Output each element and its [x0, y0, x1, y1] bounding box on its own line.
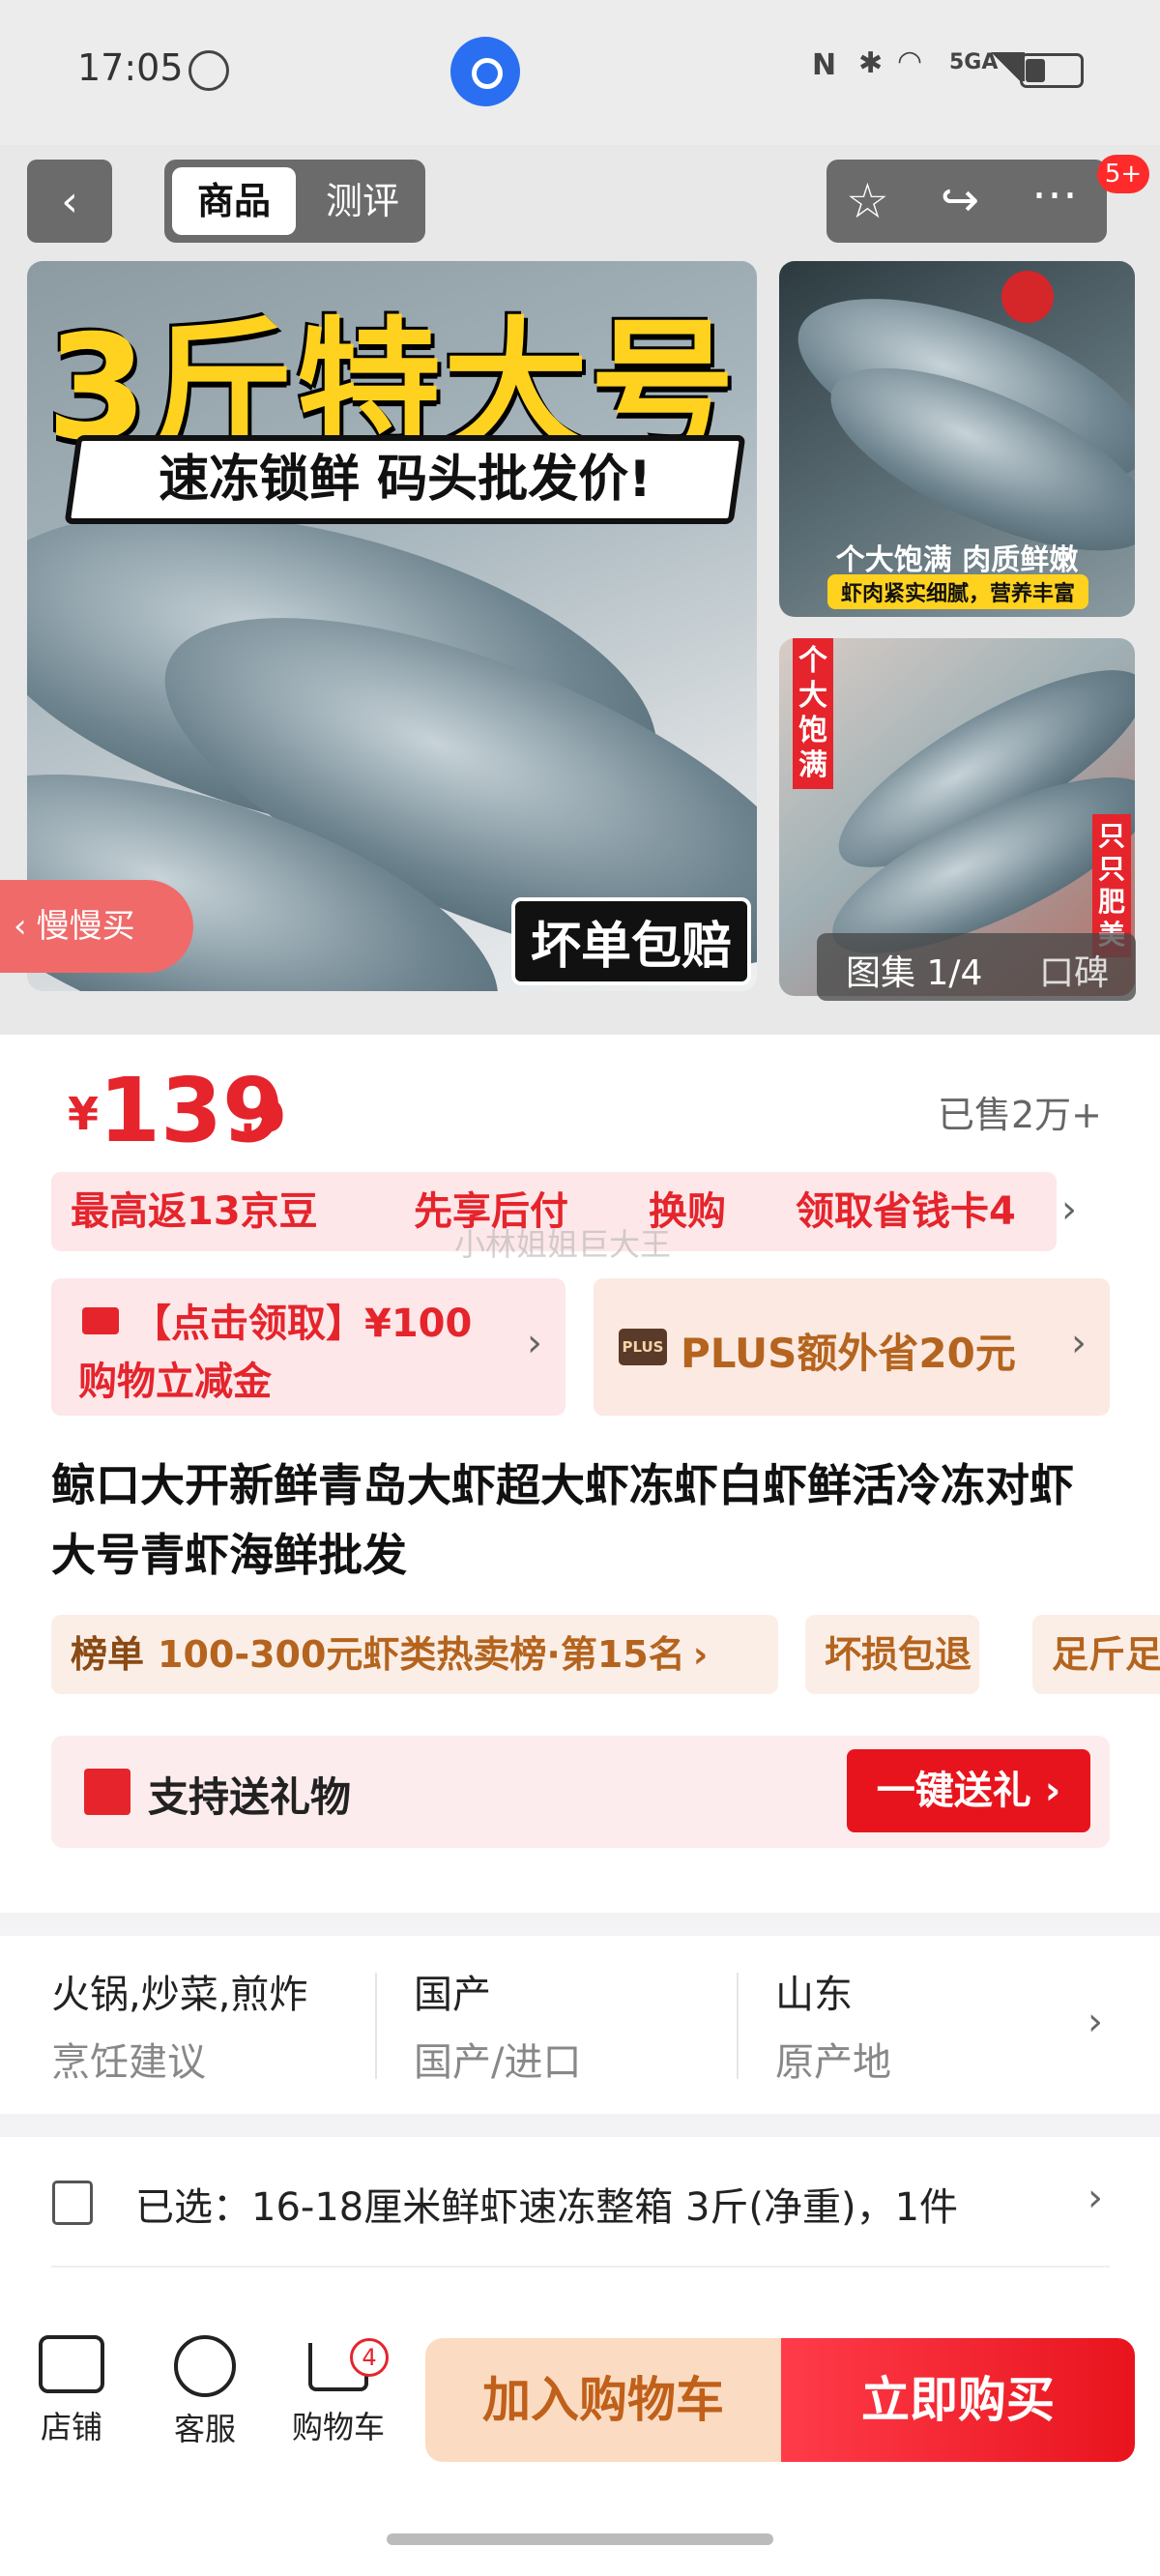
- star-icon[interactable]: ☆: [846, 173, 889, 229]
- nfc-icon: N: [812, 48, 837, 82]
- header-tabs: 商品 测评: [164, 160, 425, 243]
- sold-count: 已售2万+: [937, 1094, 1102, 1136]
- promo-more-chevron-icon[interactable]: ›: [1061, 1187, 1077, 1232]
- price-currency: ¥: [68, 1088, 100, 1140]
- rank-tag[interactable]: 榜单 100-300元虾类热卖榜·第15名 ›: [51, 1615, 778, 1694]
- promo-jingdou[interactable]: 最高返13京豆: [51, 1172, 420, 1251]
- selected-label: 已选：: [135, 2185, 251, 2230]
- main-image-subtitle-strip: 速冻锁鲜 码头批发价!: [64, 435, 746, 524]
- chevron-right-icon: ›: [1030, 1769, 1061, 1813]
- buy-now-button[interactable]: 立即购买: [781, 2338, 1135, 2462]
- gift-button-label: 一键送礼: [876, 1769, 1031, 1813]
- gift-icon: [84, 1769, 130, 1815]
- side-image-1[interactable]: 个大饱满 肉质鲜嫩 虾肉紧实细腻，营养丰富: [779, 261, 1135, 617]
- notification-badge: 5+: [1097, 155, 1149, 193]
- gift-label: 支持送礼物: [148, 1773, 352, 1821]
- one-click-gift-button[interactable]: 一键送礼 ›: [847, 1749, 1090, 1832]
- attr-origin-value: 山东: [775, 1973, 853, 2017]
- share-icon[interactable]: ↪: [941, 173, 979, 227]
- attr-origin-key: 原产地: [775, 2040, 891, 2085]
- nav-service[interactable]: 客服: [147, 2335, 263, 2449]
- attr-origin-type-value: 国产: [414, 1973, 491, 2017]
- home-indicator[interactable]: [387, 2533, 773, 2545]
- slow-buy-button[interactable]: ‹ 慢慢买: [0, 880, 193, 973]
- chevron-right-icon: ›: [1071, 1321, 1087, 1365]
- promo-savings-card[interactable]: 领取省钱卡4: [776, 1172, 1057, 1251]
- main-image-subtitle: 速冻锁鲜 码头批发价!: [159, 451, 652, 509]
- tab-goods[interactable]: 商品: [172, 167, 296, 235]
- side1-subcaption: 虾肉紧实细腻，营养丰富: [827, 574, 1088, 609]
- status-time: 17:05: [77, 46, 184, 89]
- section-divider: [0, 1913, 1160, 1936]
- nav-cart-label: 购物车: [291, 2409, 385, 2445]
- attr-separator: [375, 1973, 377, 2079]
- attr-origin-type-key: 国产/进口: [414, 2040, 582, 2085]
- rank-text: 100-300元虾类热卖榜·第15名: [158, 1633, 685, 1676]
- price-decimal: .9: [240, 1093, 286, 1142]
- battery-level: [1026, 59, 1045, 82]
- service-icon: [174, 2335, 236, 2397]
- album-label: 图集 1/4: [846, 953, 983, 993]
- selected-value: 16-18厘米鲜虾速冻整箱 3斤(净重)，1件: [251, 2185, 959, 2230]
- nav-service-label: 客服: [173, 2411, 236, 2447]
- slow-buy-label: 慢慢买: [36, 907, 135, 946]
- attributes-chevron-icon[interactable]: ›: [1088, 2000, 1103, 2044]
- section-divider: [0, 2114, 1160, 2137]
- card-icon: [82, 1307, 119, 1334]
- service-tag-full-weight[interactable]: 足斤足: [1032, 1615, 1160, 1694]
- attr-cooking-value: 火锅,炒菜,煎炸: [51, 1973, 308, 2017]
- back-button[interactable]: ‹: [27, 160, 112, 243]
- side2-vertical-tag: 个大饱满: [793, 638, 833, 789]
- row-divider: [51, 2266, 1110, 2268]
- chevron-right-icon: ›: [527, 1321, 542, 1365]
- nav-store[interactable]: 店铺: [14, 2335, 130, 2447]
- album-tab-review[interactable]: 口碑: [1039, 945, 1109, 995]
- tomato-icon: [1001, 271, 1054, 323]
- more-icon[interactable]: ⋯: [1031, 167, 1078, 221]
- gift-section: 支持送礼物 一键送礼 ›: [51, 1736, 1110, 1848]
- app-circle-inner-icon: [472, 58, 503, 89]
- plus-text: PLUS额外省20元: [681, 1330, 1016, 1377]
- add-to-cart-button[interactable]: 加入购物车: [425, 2338, 781, 2462]
- nav-store-label: 店铺: [40, 2409, 102, 2445]
- header-tools: ☆ ↪ ⋯: [826, 160, 1107, 243]
- chevron-right-icon: ›: [1088, 2176, 1103, 2220]
- chevron-left-icon: ‹: [61, 176, 78, 226]
- album-indicator[interactable]: 图集 1/4 口碑: [817, 933, 1136, 1001]
- coupon-line-1: 【点击领取】¥100: [132, 1302, 473, 1346]
- plus-logo-icon: PLUS: [619, 1329, 667, 1365]
- wifi-icon: ◠: [897, 44, 923, 78]
- store-icon: [39, 2335, 104, 2393]
- hand-icon: [188, 50, 229, 91]
- tab-review[interactable]: 测评: [309, 167, 416, 235]
- coupon-card[interactable]: 【点击领取】¥100 购物立减金 ›: [51, 1278, 566, 1416]
- chevron-right-icon: ›: [692, 1633, 709, 1676]
- bluetooth-icon: ✱: [858, 46, 884, 80]
- cart-badge: 4: [350, 2338, 389, 2377]
- coupon-line-2: 购物立减金: [78, 1360, 272, 1404]
- watermark: 小林姐姐巨大王: [454, 1226, 672, 1263]
- selected-spec: 已选：16-18厘米鲜虾速冻整箱 3斤(净重)，1件: [135, 2176, 958, 2232]
- product-title: 鲸口大开新鲜青岛大虾超大虾冻虾白虾鲜活冷冻对虾大号青虾海鲜批发: [51, 1459, 1074, 1581]
- attr-separator: [737, 1973, 739, 2079]
- plus-card[interactable]: PLUS PLUS额外省20元 ›: [594, 1278, 1110, 1416]
- chevron-left-icon: ‹: [14, 907, 27, 946]
- checklist-icon: [52, 2181, 93, 2225]
- rank-prefix: 榜单: [71, 1633, 145, 1676]
- side1-caption: 个大饱满 肉质鲜嫩: [835, 543, 1079, 577]
- signal-icon: [986, 52, 1025, 81]
- damage-compensation-tag: 坏单包赔: [510, 897, 751, 985]
- service-tag-damage-return[interactable]: 坏损包退: [805, 1615, 979, 1694]
- attr-cooking-key: 烹饪建议: [51, 2040, 206, 2085]
